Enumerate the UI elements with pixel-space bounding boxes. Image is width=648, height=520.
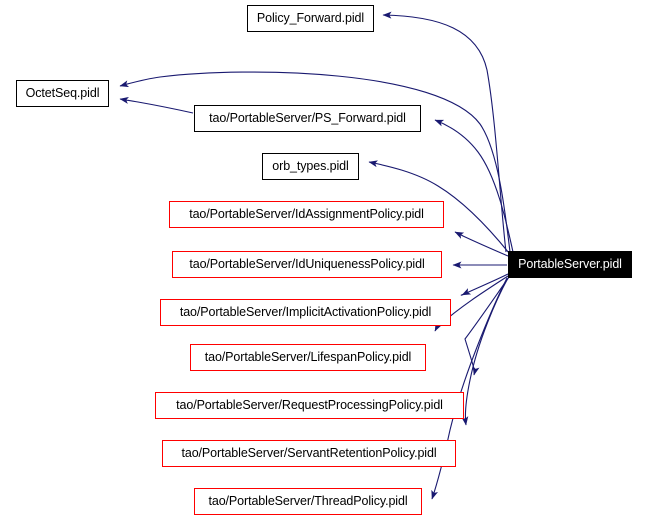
graph-node-policy_forward[interactable]: Policy_Forward.pidl xyxy=(247,5,374,32)
graph-node-label: OctetSeq.pidl xyxy=(25,86,100,101)
graph-node-label: tao/PortableServer/IdUniquenessPolicy.pi… xyxy=(189,257,425,272)
graph-node-label: tao/PortableServer/ImplicitActivationPol… xyxy=(179,305,432,320)
graph-node-id_uniqueness[interactable]: tao/PortableServer/IdUniquenessPolicy.pi… xyxy=(172,251,442,278)
graph-node-label: tao/PortableServer/PS_Forward.pidl xyxy=(209,111,406,126)
graph-node-label: tao/PortableServer/LifespanPolicy.pidl xyxy=(204,350,412,365)
graph-node-label: orb_types.pidl xyxy=(272,159,349,174)
edge-ps-forward-octetseq xyxy=(119,96,194,114)
graph-node-label: tao/PortableServer/ThreadPolicy.pidl xyxy=(208,494,408,509)
graph-node-portableserver[interactable]: PortableServer.pidl xyxy=(508,251,632,278)
graph-node-thread_policy[interactable]: tao/PortableServer/ThreadPolicy.pidl xyxy=(194,488,422,515)
edge-portableserver-implicit-activation xyxy=(460,273,509,296)
graph-node-label: PortableServer.pidl xyxy=(518,257,622,272)
graph-node-label: tao/PortableServer/ServantRetentionPolic… xyxy=(181,446,437,461)
edge-portableserver-request-processing xyxy=(464,276,510,376)
graph-node-octetseq[interactable]: OctetSeq.pidl xyxy=(16,80,109,107)
graph-node-id_assignment[interactable]: tao/PortableServer/IdAssignmentPolicy.pi… xyxy=(169,201,444,228)
edge-portableserver-ps-forward xyxy=(434,119,514,253)
graph-node-request_processing[interactable]: tao/PortableServer/RequestProcessingPoli… xyxy=(155,392,464,419)
edge-portableserver-servant-retention xyxy=(461,277,509,426)
graph-node-servant_retention[interactable]: tao/PortableServer/ServantRetentionPolic… xyxy=(162,440,456,467)
graph-node-lifespan[interactable]: tao/PortableServer/LifespanPolicy.pidl xyxy=(190,344,426,371)
edge-portableserver-id-assignment xyxy=(454,231,509,257)
graph-node-label: tao/PortableServer/IdAssignmentPolicy.pi… xyxy=(189,207,424,222)
graph-node-label: Policy_Forward.pidl xyxy=(256,11,365,26)
graph-node-implicit_activation[interactable]: tao/PortableServer/ImplicitActivationPol… xyxy=(160,299,451,326)
graph-node-label: tao/PortableServer/RequestProcessingPoli… xyxy=(176,398,443,413)
graph-node-orb_types[interactable]: orb_types.pidl xyxy=(262,153,359,180)
graph-node-ps_forward[interactable]: tao/PortableServer/PS_Forward.pidl xyxy=(194,105,421,132)
dependency-graph: Policy_Forward.pidl OctetSeq.pidl tao/Port… xyxy=(0,0,648,520)
